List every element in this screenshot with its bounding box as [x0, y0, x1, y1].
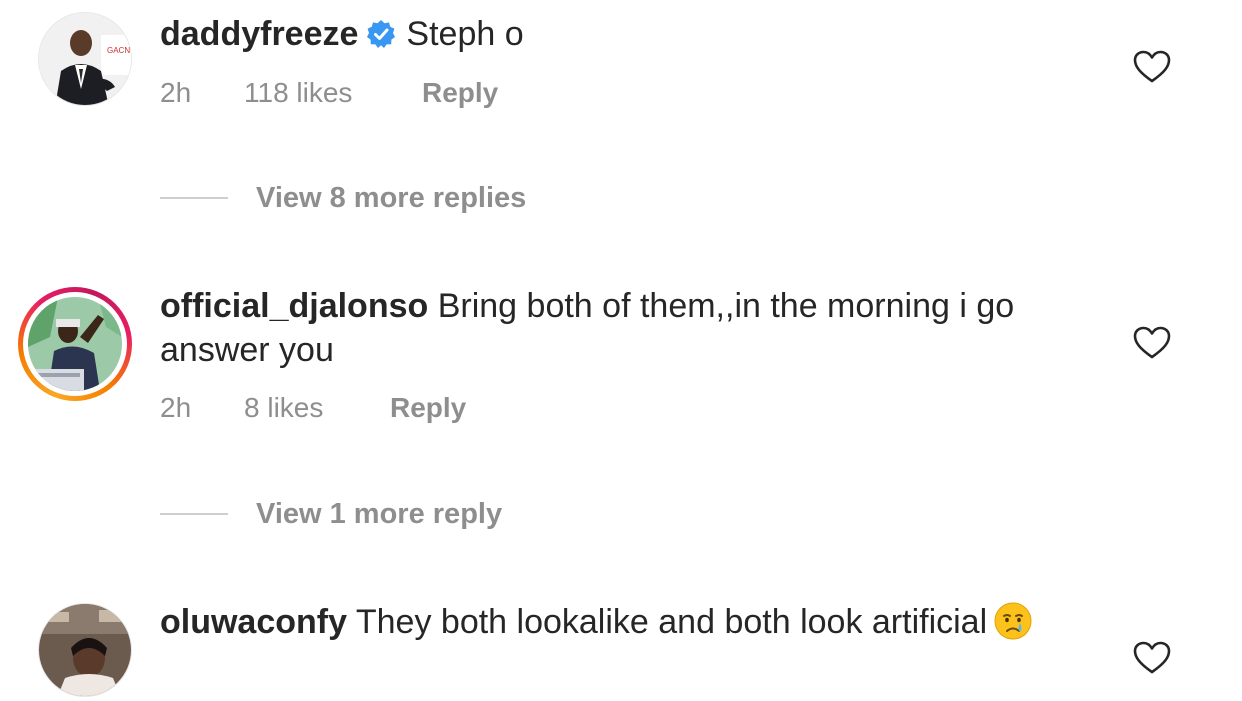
comment-username[interactable]: oluwaconfy — [160, 603, 347, 641]
comment-likes[interactable]: 118 likes — [244, 77, 422, 109]
crying-face-emoji-icon — [994, 602, 1032, 640]
avatar[interactable]: GACN — [38, 12, 132, 106]
comment-username[interactable]: daddyfreeze — [160, 15, 358, 53]
comment-text: official_djalonso Bring both of them,,in… — [160, 284, 1090, 372]
heart-icon[interactable] — [1133, 641, 1171, 675]
avatar-story-ring[interactable] — [18, 287, 132, 401]
comment-time: 2h — [160, 392, 192, 423]
verified-badge-icon — [367, 20, 396, 48]
comment-meta: 2h 118 likes Reply — [160, 77, 498, 109]
avatar-photo — [28, 297, 122, 391]
heart-icon[interactable] — [1133, 326, 1171, 360]
avatar-photo — [38, 603, 132, 697]
comment-likes[interactable]: 8 likes — [244, 392, 390, 424]
avatar[interactable] — [38, 603, 132, 697]
replies-divider — [160, 197, 228, 199]
view-replies-label: View 8 more replies — [256, 181, 527, 214]
reply-button[interactable]: Reply — [390, 392, 466, 424]
view-more-replies-button[interactable]: View 1 more reply — [160, 494, 502, 534]
view-replies-label: View 1 more reply — [256, 497, 503, 530]
comment-text: daddyfreeze Steph o — [160, 12, 1090, 56]
reply-button[interactable]: Reply — [422, 77, 498, 109]
comment-meta: 2h 8 likes Reply — [160, 392, 466, 424]
comment-body: Steph o — [406, 15, 524, 53]
comment-username[interactable]: official_djalonso — [160, 287, 428, 325]
comment-body: They both lookalike and both look artifi… — [355, 603, 988, 641]
comment-text: oluwaconfy They both lookalike and both … — [160, 600, 1090, 644]
svg-text:GACN: GACN — [107, 46, 130, 55]
avatar-photo: GACN — [38, 12, 132, 106]
heart-icon[interactable] — [1133, 50, 1171, 84]
comment-time: 2h — [160, 77, 192, 108]
replies-divider — [160, 513, 228, 515]
view-more-replies-button[interactable]: View 8 more replies — [160, 178, 526, 218]
